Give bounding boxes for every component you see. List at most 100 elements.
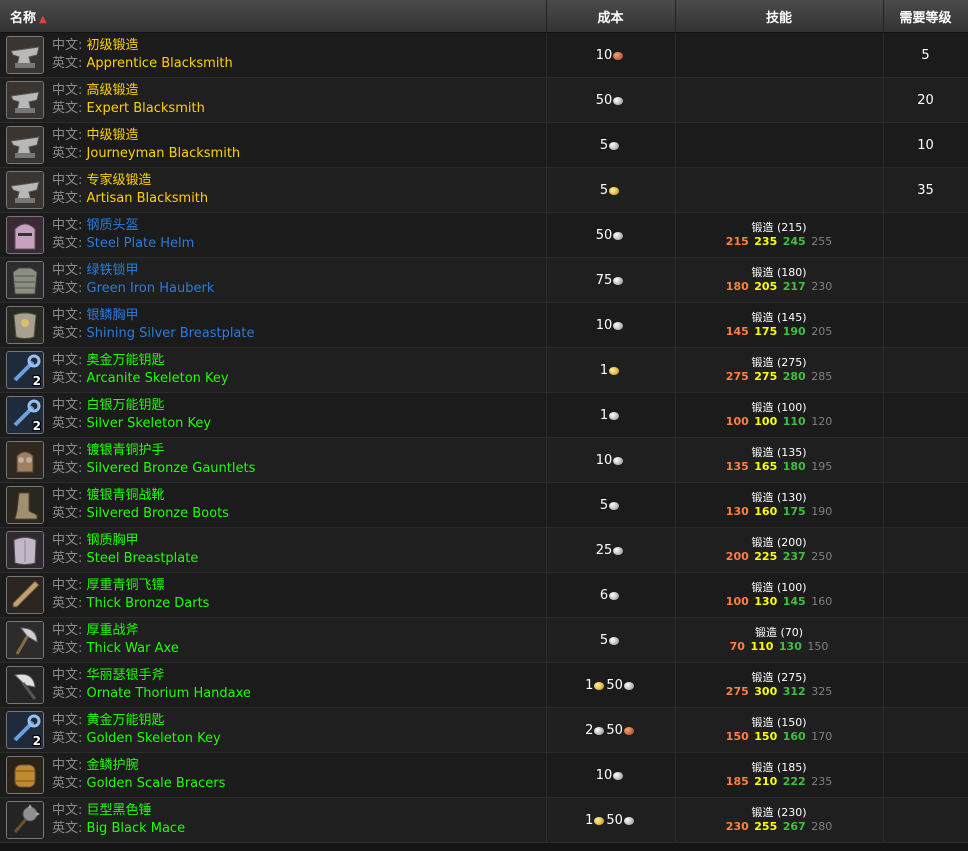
- table-row[interactable]: 中文: 中级锻造 英文: Journeyman Blacksmith 5 10: [0, 122, 968, 168]
- boots-icon[interactable]: [6, 486, 44, 524]
- key-icon[interactable]: 2: [6, 351, 44, 389]
- anvil-icon[interactable]: [6, 81, 44, 119]
- anvil-icon[interactable]: [6, 171, 44, 209]
- item-name-chinese[interactable]: 奥金万能钥匙: [87, 353, 165, 368]
- chainmail-icon[interactable]: [6, 261, 44, 299]
- table-row[interactable]: 中文: 华丽瑟银手斧 英文: Ornate Thorium Handaxe 15…: [0, 662, 968, 708]
- item-name-english[interactable]: Steel Breastplate: [87, 551, 199, 566]
- item-name-chinese[interactable]: 钢质胸甲: [87, 533, 139, 548]
- table-row[interactable]: 中文: 钢质胸甲 英文: Steel Breastplate 25 锻造 (20…: [0, 527, 968, 573]
- item-name-english[interactable]: Ornate Thorium Handaxe: [87, 686, 251, 701]
- item-name-chinese[interactable]: 金鳞护腕: [87, 758, 139, 773]
- item-name-chinese[interactable]: 初级锻造: [87, 38, 139, 53]
- table-row[interactable]: 中文: 银鳞胸甲 英文: Shining Silver Breastplate …: [0, 302, 968, 348]
- skill-level-green: 175: [782, 505, 806, 518]
- skill-cell: 锻造 (230) 230 255 267 280: [675, 797, 884, 843]
- skill-required: (150): [776, 716, 807, 729]
- table-row[interactable]: 2 中文: 黄金万能钥匙 英文: Golden Skeleton Key 2 50…: [0, 707, 968, 753]
- helm-icon[interactable]: [6, 216, 44, 254]
- mace-icon[interactable]: [6, 801, 44, 839]
- item-name-english[interactable]: Silvered Bronze Boots: [87, 506, 229, 521]
- table-row[interactable]: 中文: 厚重青铜飞镖 英文: Thick Bronze Darts 6 锻造 (…: [0, 572, 968, 618]
- table-row[interactable]: 2 中文: 白银万能钥匙 英文: Silver Skeleton Key 1 锻…: [0, 392, 968, 438]
- item-name-english[interactable]: Golden Scale Bracers: [87, 776, 226, 791]
- item-name-chinese[interactable]: 厚重青铜飞镖: [87, 578, 165, 593]
- gauntlets-icon[interactable]: [6, 441, 44, 479]
- level-cell: 10: [883, 122, 968, 168]
- table-row[interactable]: 中文: 专家级锻造 英文: Artisan Blacksmith 5 35: [0, 167, 968, 213]
- table-row[interactable]: 中文: 初级锻造 英文: Apprentice Blacksmith 10 5: [0, 32, 968, 78]
- skill-requirement: 锻造 (100): [676, 581, 883, 595]
- item-name-english[interactable]: Journeyman Blacksmith: [87, 146, 241, 161]
- item-name-english[interactable]: Silvered Bronze Gauntlets: [87, 461, 256, 476]
- column-header-skill[interactable]: 技能: [675, 0, 884, 33]
- item-name-chinese[interactable]: 华丽瑟银手斧: [87, 668, 165, 683]
- table-row[interactable]: 中文: 巨型黑色锤 英文: Big Black Mace 1 50 锻造 (230…: [0, 797, 968, 843]
- dart-icon[interactable]: [6, 576, 44, 614]
- item-name-english[interactable]: Thick Bronze Darts: [87, 596, 210, 611]
- item-name-english[interactable]: Golden Skeleton Key: [87, 731, 221, 746]
- cost-amount: 1: [585, 677, 594, 693]
- key-icon[interactable]: 2: [6, 711, 44, 749]
- skill-level-green: 110: [782, 415, 806, 428]
- breastplate-icon[interactable]: [6, 306, 44, 344]
- table-row[interactable]: 2 中文: 奥金万能钥匙 英文: Arcanite Skeleton Key 1…: [0, 347, 968, 393]
- bracers-icon[interactable]: [6, 756, 44, 794]
- level-cell: [883, 392, 968, 438]
- chestplate-icon[interactable]: [6, 531, 44, 569]
- skill-levels: 275 275 280 285: [676, 370, 883, 384]
- column-header-cost[interactable]: 成本: [546, 0, 676, 33]
- anvil-icon[interactable]: [6, 36, 44, 74]
- handaxe-icon[interactable]: [6, 666, 44, 704]
- table-row[interactable]: 中文: 镀银青铜战靴 英文: Silvered Bronze Boots 5 锻…: [0, 482, 968, 528]
- item-name-english[interactable]: Expert Blacksmith: [87, 101, 205, 116]
- table-body: 中文: 初级锻造 英文: Apprentice Blacksmith 10 5 …: [0, 32, 968, 843]
- sort-up-icon[interactable]: ▲: [39, 14, 47, 25]
- skill-required: (180): [776, 266, 807, 279]
- cost-amount: 50: [595, 92, 613, 108]
- table-row[interactable]: 中文: 镀银青铜护手 英文: Silvered Bronze Gauntlets…: [0, 437, 968, 483]
- table-row[interactable]: 中文: 金鳞护腕 英文: Golden Scale Bracers 10 锻造 …: [0, 752, 968, 798]
- item-name-chinese[interactable]: 黄金万能钥匙: [87, 713, 165, 728]
- name-cell: 中文: 中级锻造 英文: Journeyman Blacksmith: [0, 122, 547, 168]
- skill-level-yellow: 110: [750, 640, 774, 653]
- level-cell: [883, 437, 968, 483]
- skill-required: (135): [776, 446, 807, 459]
- item-name-english[interactable]: Thick War Axe: [87, 641, 179, 656]
- item-name-chinese[interactable]: 绿铁锁甲: [87, 263, 139, 278]
- item-name-english[interactable]: Big Black Mace: [87, 821, 186, 836]
- stack-count: 2: [32, 419, 41, 433]
- item-name-chinese[interactable]: 巨型黑色锤: [87, 803, 152, 818]
- item-name-english[interactable]: Steel Plate Helm: [87, 236, 195, 251]
- item-name-chinese[interactable]: 镀银青铜战靴: [87, 488, 165, 503]
- skill-level-gray: 150: [807, 640, 829, 653]
- item-name-chinese[interactable]: 高级锻造: [87, 83, 139, 98]
- item-name-english[interactable]: Artisan Blacksmith: [87, 191, 209, 206]
- skill-level-gray: 250: [811, 550, 833, 563]
- table-row[interactable]: 中文: 钢质头盔 英文: Steel Plate Helm 50 锻造 (215…: [0, 212, 968, 258]
- gold-coin-icon: [594, 681, 605, 690]
- skill-levels: 180 205 217 230: [676, 280, 883, 294]
- item-name-english[interactable]: Silver Skeleton Key: [87, 416, 212, 431]
- item-name-english[interactable]: Apprentice Blacksmith: [87, 56, 233, 71]
- key-icon[interactable]: 2: [6, 396, 44, 434]
- item-name-chinese[interactable]: 镀银青铜护手: [87, 443, 165, 458]
- table-row[interactable]: 中文: 高级锻造 英文: Expert Blacksmith 50 20: [0, 77, 968, 123]
- item-name-english[interactable]: Arcanite Skeleton Key: [87, 371, 229, 386]
- item-name-chinese[interactable]: 银鳞胸甲: [87, 308, 139, 323]
- item-name-chinese[interactable]: 厚重战斧: [87, 623, 139, 638]
- item-name-english[interactable]: Shining Silver Breastplate: [87, 326, 255, 341]
- item-name-chinese[interactable]: 专家级锻造: [87, 173, 152, 188]
- axe-icon[interactable]: [6, 621, 44, 659]
- column-header-level[interactable]: 需要等级: [883, 0, 968, 33]
- item-name-chinese[interactable]: 中级锻造: [87, 128, 139, 143]
- table-row[interactable]: 中文: 厚重战斧 英文: Thick War Axe 5 锻造 (70) 70 …: [0, 617, 968, 663]
- table-row[interactable]: 中文: 绿铁锁甲 英文: Green Iron Hauberk 75 锻造 (1…: [0, 257, 968, 303]
- anvil-icon[interactable]: [6, 126, 44, 164]
- item-name-english[interactable]: Green Iron Hauberk: [87, 281, 215, 296]
- item-name-chinese[interactable]: 钢质头盔: [87, 218, 139, 233]
- column-header-name[interactable]: 名称 ▲: [0, 0, 547, 33]
- cost-cell: 5: [546, 122, 676, 168]
- item-name-chinese[interactable]: 白银万能钥匙: [87, 398, 165, 413]
- name-cell: 中文: 厚重青铜飞镖 英文: Thick Bronze Darts: [0, 572, 547, 618]
